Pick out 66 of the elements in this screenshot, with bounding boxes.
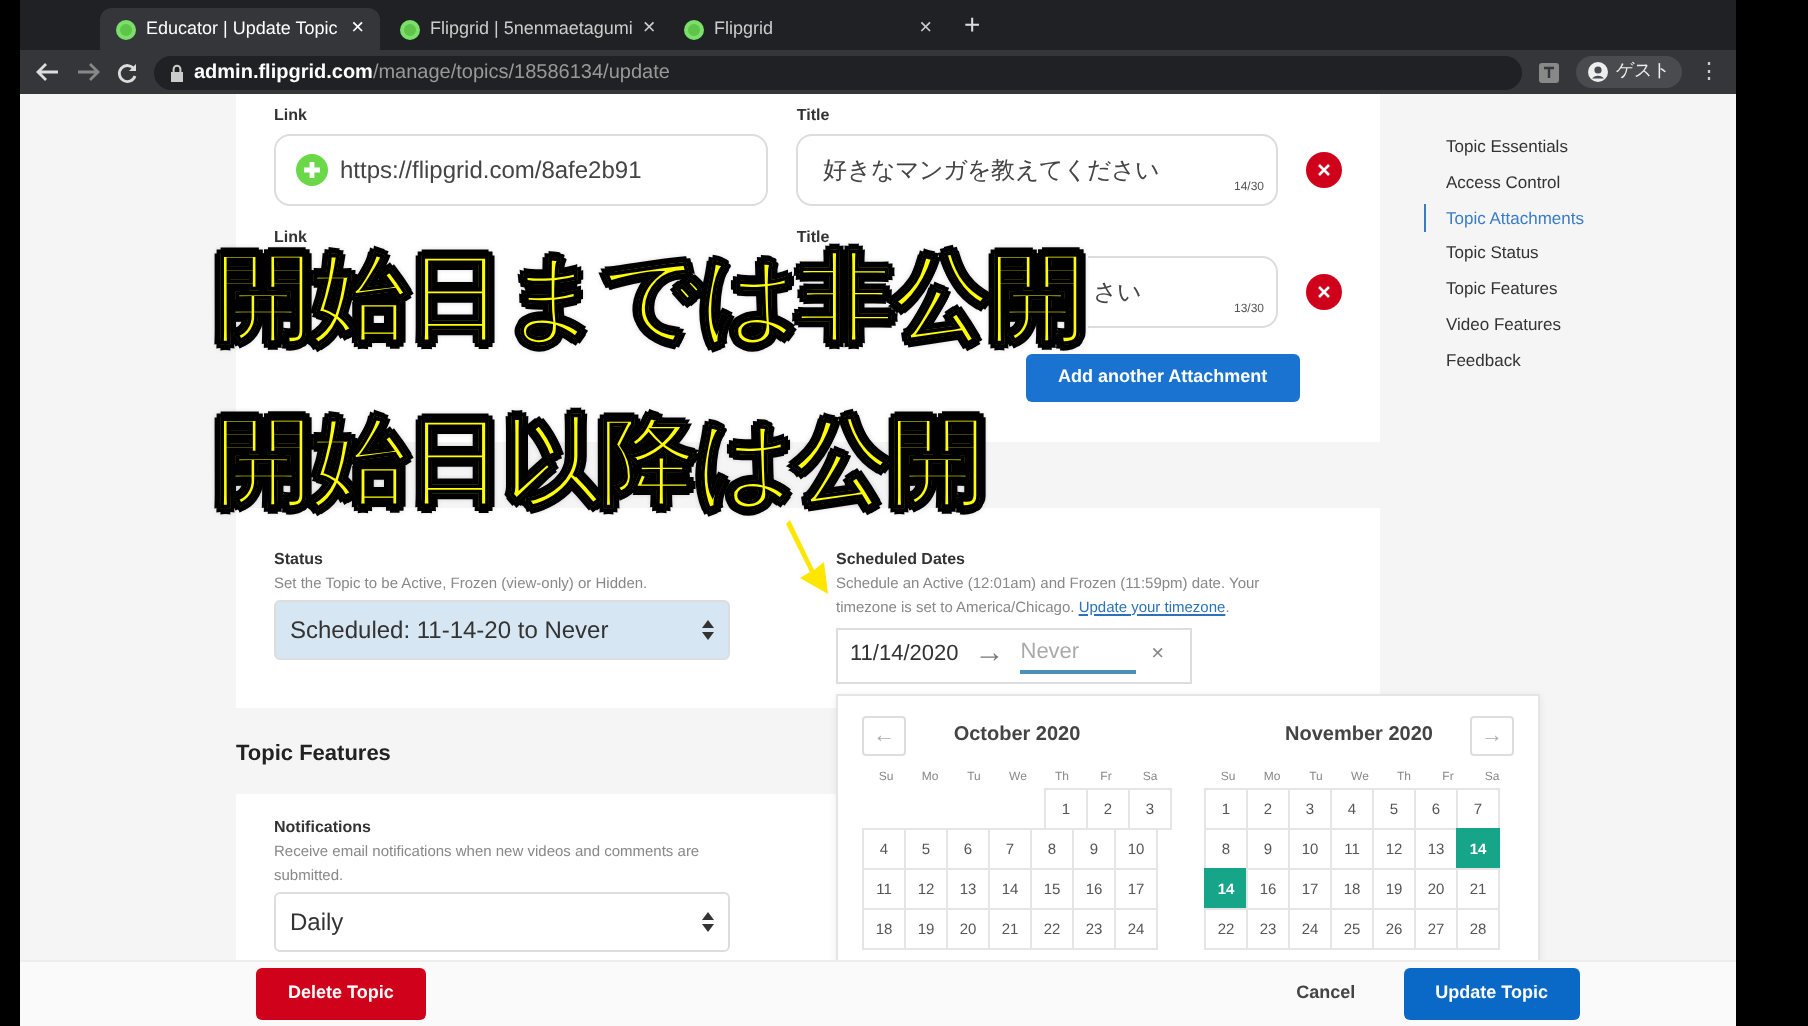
url-text: admin.flipgrid.com/manage/topics/18586134/update [194,59,670,87]
start-date: 11/14/2020 [850,640,959,671]
date-range-field[interactable]: 11/14/2020 → Never × [836,627,1192,683]
month-title: October 2020 [953,724,1081,746]
end-date-placeholder: Never [1020,636,1136,674]
browser-tab[interactable]: Flipgrid | 5nenmaetagumi × [384,8,664,50]
side-nav-link[interactable]: Feedback [1424,345,1584,375]
reload-icon[interactable] [116,61,138,83]
cancel-button[interactable]: Cancel [1284,978,1368,1010]
sort-arrows-icon [702,911,714,931]
logo-icon [296,154,328,186]
favicon-icon [684,19,704,39]
remove-button[interactable] [1306,152,1342,188]
translate-icon[interactable] [1538,61,1560,83]
lock-icon [170,63,184,81]
select-value: Scheduled: 11-14-20 to Never [290,613,609,647]
forward-icon[interactable] [76,62,100,82]
arrow-icon: → [974,632,1005,678]
notifications-select[interactable]: Daily [274,891,730,951]
title-text: 好きなマンガを教えてください [822,154,1159,188]
favicon-icon [400,19,420,39]
field-label: Notifications [274,815,373,839]
delete-button[interactable]: Delete Topic [256,968,426,1020]
caption-overlay: 開始日までは非公開 [216,250,1086,346]
close-icon [1318,286,1330,298]
status-select[interactable]: Scheduled: 11-14-20 to Never [274,599,730,659]
side-nav-link[interactable]: Access Control [1424,167,1584,197]
side-nav-link[interactable]: Topic Essentials [1424,132,1584,162]
title-text: さい [1092,276,1141,310]
close-icon[interactable]: × [642,18,656,40]
field-label: Title [796,104,832,128]
update-button[interactable]: Update Topic [1403,968,1580,1020]
clear-icon[interactable]: × [1151,638,1165,672]
close-icon[interactable]: × [919,18,932,40]
close-icon [1318,164,1330,176]
side-nav-link[interactable]: Topic Attachments [1424,203,1584,233]
select-value: Daily [290,905,344,939]
side-nav-link[interactable]: Topic Status [1424,238,1584,268]
back-icon[interactable] [36,62,60,82]
remove-button[interactable] [1306,274,1342,310]
new-tab-button[interactable]: + [952,4,993,46]
menu-icon[interactable]: ⋮ [1698,61,1720,83]
section-heading: Topic Features [236,741,391,765]
field-label: Scheduled Dates [836,547,967,571]
browser-tab[interactable]: Flipgrid × [668,8,948,50]
month-title: November 2020 [1285,724,1433,746]
tab-title: Flipgrid | 5nenmaetagumi [430,15,633,42]
tab-title: Flipgrid [714,15,776,42]
side-nav-link[interactable]: Topic Features [1424,274,1584,304]
link-text: https://flipgrid.com/8afe2b91 [340,154,642,188]
profile-button[interactable]: ゲスト [1576,56,1682,88]
side-nav-link[interactable]: Video Features [1424,309,1584,339]
favicon-icon [116,19,136,39]
field-label: Link [274,104,309,128]
browser-tab[interactable]: Educator | Update Topic × [100,8,380,50]
user-icon [1588,62,1608,82]
link-field[interactable]: https://flipgrid.com/8afe2b91 [274,134,769,206]
address-bar[interactable]: admin.flipgrid.com/manage/topics/18586134/update [154,55,1522,89]
close-icon[interactable]: × [351,18,364,40]
field-label: Link [274,226,309,250]
add-attachment-button[interactable]: Add another Attachment [1026,354,1300,401]
caption-overlay: 開始日以降は公開 [216,414,986,510]
field-label: Status [274,547,325,571]
sort-arrows-icon [702,619,714,639]
field-label: Title [796,226,832,249]
tab-title: Educator | Update Topic [146,15,340,42]
